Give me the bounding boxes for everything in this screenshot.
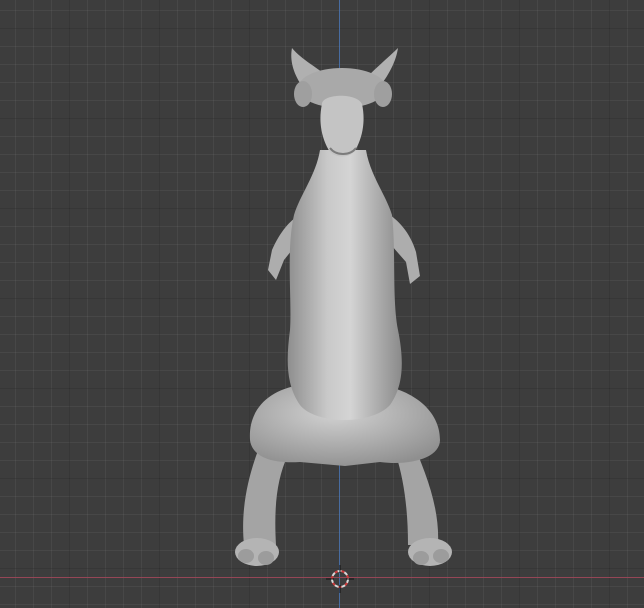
right-ear: [374, 81, 392, 107]
torso: [287, 150, 402, 420]
3d-cursor-icon[interactable]: [322, 561, 358, 597]
3d-viewport[interactable]: [0, 0, 644, 608]
face: [320, 95, 364, 157]
left-ear: [294, 81, 312, 107]
dragon-model[interactable]: [0, 0, 644, 608]
